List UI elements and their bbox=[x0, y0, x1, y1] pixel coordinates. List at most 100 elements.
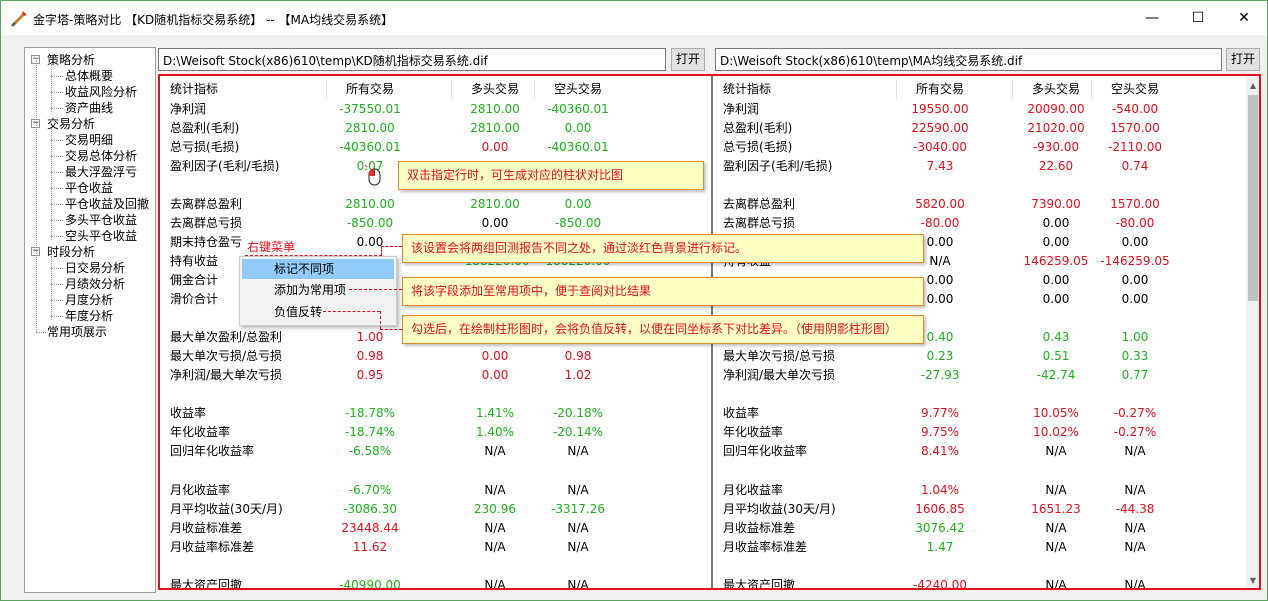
left-file-path-input[interactable]: D:\Weisoft Stock(x86)610\temp\KD随机指标交易系统… bbox=[158, 48, 666, 71]
table-row[interactable]: 月收益率标准差 1.47 N/A N/A bbox=[713, 538, 1246, 557]
table-row[interactable]: 净利润/最大单次亏损 -27.93 -42.74 0.77 bbox=[713, 366, 1246, 385]
tree-connector bbox=[51, 140, 63, 141]
table-header-row: 统计指标 所有交易 多头交易 空头交易 bbox=[160, 80, 711, 99]
tree-group-item[interactable]: 常用项展示 bbox=[47, 324, 107, 340]
table-row[interactable] bbox=[713, 557, 1246, 576]
metric-name: 去离群总亏损 bbox=[723, 215, 796, 230]
table-row[interactable]: 月收益标准差 23448.44 N/A N/A bbox=[160, 519, 711, 538]
value-all-trades: 9.75% bbox=[920, 425, 960, 440]
tree-leaf-item[interactable]: 平仓收益 bbox=[65, 180, 113, 196]
close-button[interactable]: ✕ bbox=[1221, 1, 1267, 35]
tree-leaf-item[interactable]: 最大浮盈浮亏 bbox=[65, 164, 137, 180]
menu-item-negate-values[interactable]: 负值反转 bbox=[242, 302, 394, 322]
table-row[interactable] bbox=[160, 461, 711, 480]
table-row[interactable]: 去离群总亏损 -80.00 0.00 -80.00 bbox=[713, 214, 1246, 233]
table-row[interactable]: 月收益标准差 3076.42 N/A N/A bbox=[713, 519, 1246, 538]
table-row[interactable]: 总盈利(毛利) 22590.00 21020.00 1570.00 bbox=[713, 119, 1246, 138]
value-short-trades: 1.02 bbox=[564, 368, 592, 383]
tree-leaf-item[interactable]: 月度分析 bbox=[65, 292, 113, 308]
metric-name: 佣金合计 bbox=[170, 272, 219, 287]
table-row[interactable]: 最大资产回撤 -40990.00 N/A N/A bbox=[160, 576, 711, 590]
scroll-down-icon[interactable]: ▼ bbox=[1246, 574, 1260, 588]
metric-name: 总亏损(毛损) bbox=[723, 139, 793, 154]
table-row[interactable]: 最大资产回撤 -4240.00 N/A N/A bbox=[713, 576, 1246, 590]
table-row[interactable] bbox=[713, 176, 1246, 195]
tree-group-item[interactable]: 时段分析 bbox=[47, 244, 95, 260]
metric-name: 回归年化收益率 bbox=[170, 444, 255, 459]
metric-name: 月收益率标准差 bbox=[723, 539, 808, 554]
table-row[interactable]: 净利润/最大单次亏损 0.95 0.00 1.02 bbox=[160, 366, 711, 385]
tree-leaf-item[interactable]: 总体概要 bbox=[65, 68, 113, 84]
metric-name: 回归年化收益率 bbox=[723, 444, 808, 459]
tree-group-item[interactable]: 交易分析 bbox=[47, 116, 95, 132]
table-row[interactable] bbox=[160, 385, 711, 404]
value-long-trades: N/A bbox=[484, 577, 506, 590]
table-row[interactable]: 收益率 9.77% 10.05% -0.27% bbox=[713, 404, 1246, 423]
tree-leaf-item[interactable]: 年度分析 bbox=[65, 308, 113, 324]
vertical-scrollbar[interactable]: ▲ ▼ bbox=[1246, 77, 1260, 588]
value-short-trades: N/A bbox=[1124, 520, 1146, 535]
tree-leaf-item[interactable]: 平仓收益及回撤 bbox=[65, 196, 149, 212]
table-row[interactable]: 去离群总亏损 -850.00 0.00 -850.00 bbox=[160, 214, 711, 233]
table-row[interactable]: 年化收益率 9.75% 10.02% -0.27% bbox=[713, 423, 1246, 442]
table-row[interactable]: 月收益率标准差 11.62 N/A N/A bbox=[160, 538, 711, 557]
value-short-trades: -40360.01 bbox=[547, 139, 609, 154]
tree-leaf-item[interactable]: 交易总体分析 bbox=[65, 148, 137, 164]
scrollbar-thumb[interactable] bbox=[1248, 95, 1258, 301]
table-row[interactable]: 最大单次亏损/总亏损 0.23 0.51 0.33 bbox=[713, 347, 1246, 366]
table-row[interactable]: 总亏损(毛损) -40360.01 0.00 -40360.01 bbox=[160, 138, 711, 157]
table-row[interactable]: 回归年化收益率 -6.58% N/A N/A bbox=[160, 442, 711, 461]
table-row[interactable] bbox=[713, 385, 1246, 404]
table-row[interactable]: 去离群总盈利 2810.00 2810.00 0.00 bbox=[160, 195, 711, 214]
tree-leaf-item[interactable]: 空头平仓收益 bbox=[65, 228, 137, 244]
tree-leaf-item[interactable]: 收益风险分析 bbox=[65, 84, 137, 100]
table-row[interactable]: 净利润 -37550.01 2810.00 -40360.01 bbox=[160, 100, 711, 119]
metric-name: 最大单次亏损/总亏损 bbox=[170, 349, 283, 364]
scroll-up-icon[interactable]: ▲ bbox=[1246, 79, 1260, 93]
left-open-button[interactable]: 打开 bbox=[671, 48, 705, 71]
tree-leaf-item[interactable]: 资产曲线 bbox=[65, 100, 113, 116]
table-row[interactable]: 去离群总盈利 5820.00 7390.00 1570.00 bbox=[713, 195, 1246, 214]
table-row[interactable]: 年化收益率 -18.74% 1.40% -20.14% bbox=[160, 423, 711, 442]
menu-item-add-common[interactable]: 添加为常用项 bbox=[242, 280, 394, 300]
value-all-trades: -3086.30 bbox=[343, 501, 397, 516]
value-all-trades: -18.74% bbox=[344, 425, 396, 440]
value-short-trades: -0.27% bbox=[1113, 425, 1157, 440]
table-row[interactable] bbox=[160, 557, 711, 576]
table-row[interactable] bbox=[713, 461, 1246, 480]
tree-leaf-item[interactable]: 日交易分析 bbox=[65, 260, 125, 276]
table-row[interactable]: 净利润 19550.00 20090.00 -540.00 bbox=[713, 100, 1246, 119]
value-all-trades: 8.41% bbox=[920, 444, 960, 459]
right-open-button[interactable]: 打开 bbox=[1226, 48, 1260, 71]
tree-leaf-item[interactable]: 月绩效分析 bbox=[65, 276, 125, 292]
maximize-button[interactable]: ☐ bbox=[1175, 1, 1221, 35]
table-row[interactable]: 月化收益率 -6.70% N/A N/A bbox=[160, 481, 711, 500]
tree-connector bbox=[51, 188, 63, 189]
value-short-trades: N/A bbox=[567, 577, 589, 590]
metric-name: 滑价合计 bbox=[170, 292, 219, 306]
table-row[interactable]: 月平均收益(30天/月) 1606.85 1651.23 -44.38 bbox=[713, 500, 1246, 519]
value-long-trades: 0.00 bbox=[481, 349, 509, 364]
table-row[interactable]: 月平均收益(30天/月) -3086.30 230.96 -3317.26 bbox=[160, 500, 711, 519]
tree-leaf-item[interactable]: 交易明细 bbox=[65, 132, 113, 148]
table-row[interactable]: 总亏损(毛损) -3040.00 -930.00 -2110.00 bbox=[713, 138, 1246, 157]
metric-name: 去离群总盈利 bbox=[723, 196, 796, 211]
tree-leaf-item[interactable]: 多头平仓收益 bbox=[65, 212, 137, 228]
value-all-trades: 23448.44 bbox=[341, 520, 399, 535]
tree-group-item[interactable]: 策略分析 bbox=[47, 52, 95, 68]
minimize-button[interactable]: — bbox=[1129, 1, 1175, 35]
tree-connector bbox=[51, 156, 63, 157]
tree-connector bbox=[51, 220, 63, 221]
table-row[interactable]: 最大单次亏损/总亏损 0.98 0.00 0.98 bbox=[160, 347, 711, 366]
right-file-path-input[interactable]: D:\Weisoft Stock(x86)610\temp\MA均线交易系统.d… bbox=[715, 48, 1222, 71]
table-row[interactable]: 总盈利(毛利) 2810.00 2810.00 0.00 bbox=[160, 119, 711, 138]
table-row[interactable]: 回归年化收益率 8.41% N/A N/A bbox=[713, 442, 1246, 461]
menu-item-mark-different[interactable]: 标记不同项 bbox=[242, 259, 394, 279]
table-row[interactable]: 收益率 -18.78% 1.41% -20.18% bbox=[160, 404, 711, 423]
value-long-trades: 20090.00 bbox=[1027, 101, 1085, 116]
tree-connector bbox=[51, 108, 63, 109]
table-row[interactable]: 盈利因子(毛利/毛损) 7.43 22.60 0.74 bbox=[713, 157, 1246, 176]
column-header: 统计指标 bbox=[723, 82, 772, 96]
table-row[interactable]: 月化收益率 1.04% N/A N/A bbox=[713, 481, 1246, 500]
value-long-trades: N/A bbox=[484, 539, 506, 554]
